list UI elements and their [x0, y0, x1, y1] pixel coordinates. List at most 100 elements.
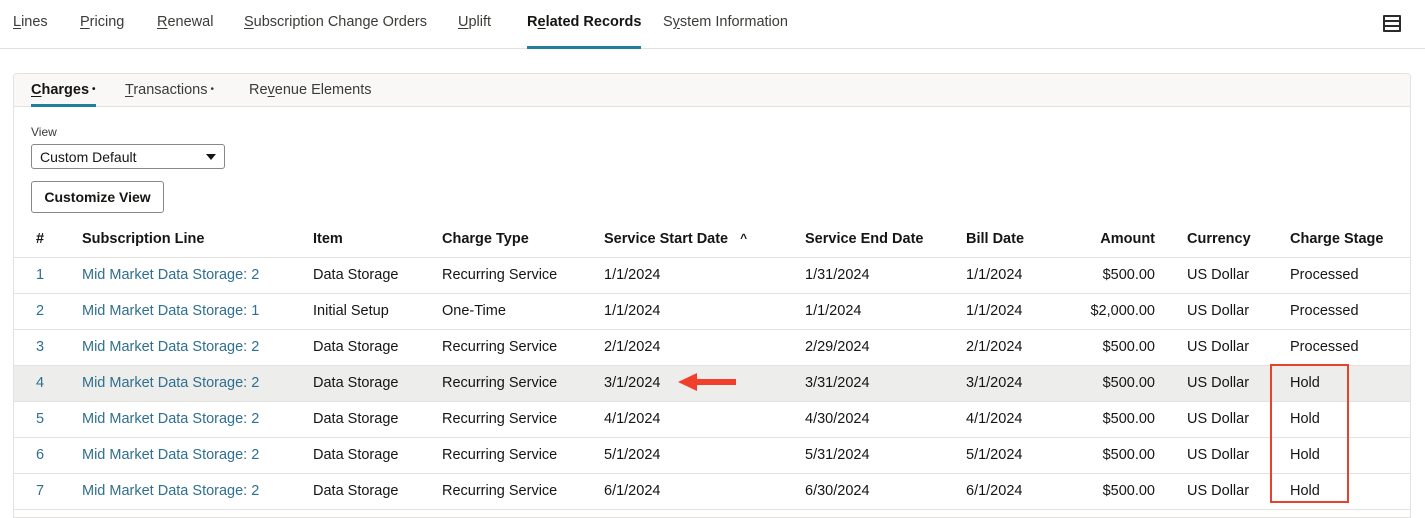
row-number-link[interactable]: 7 [14, 473, 82, 510]
subtab-access-key: v [267, 82, 275, 98]
column-header-bill-date[interactable]: Bill Date [966, 221, 1066, 258]
subtab-charges[interactable]: Charges • [31, 82, 96, 107]
charge-type-cell: Recurring Service [442, 257, 604, 294]
has-data-dot: • [210, 84, 214, 95]
dropdown-caret-icon [206, 154, 216, 160]
item-cell: Data Storage [313, 257, 442, 294]
charge-type-cell: Recurring Service [442, 401, 604, 438]
charge-stage-cell: Hold [1290, 365, 1410, 402]
table-row[interactable]: 2 Mid Market Data Storage: 1 Initial Set… [14, 293, 1410, 330]
table-row[interactable]: 7 Mid Market Data Storage: 2 Data Storag… [14, 473, 1410, 510]
amount-cell: $500.00 [1066, 473, 1187, 510]
tab-lines[interactable]: Lines [13, 14, 48, 49]
table-row[interactable]: 3 Mid Market Data Storage: 2 Data Storag… [14, 329, 1410, 366]
customize-view-button[interactable]: Customize View [31, 181, 164, 213]
currency-cell: US Dollar [1187, 437, 1290, 474]
table-row[interactable]: 5 Mid Market Data Storage: 2 Data Storag… [14, 401, 1410, 438]
charge-stage-cell: Processed [1290, 257, 1410, 294]
row-number-link[interactable]: 5 [14, 401, 82, 438]
view-label: View [31, 125, 57, 139]
charge-stage-cell: Hold [1290, 401, 1410, 438]
row-number-link[interactable]: 3 [14, 329, 82, 366]
top-tab-bar: Lines Pricing Renewal Subscription Chang… [0, 0, 1425, 49]
table-row-highlighted[interactable]: 4 Mid Market Data Storage: 2 Data Storag… [14, 365, 1410, 402]
subscription-line-link[interactable]: Mid Market Data Storage: 1 [82, 293, 313, 330]
service-end-date-cell: 4/30/2024 [805, 401, 966, 438]
service-start-date-cell: 4/1/2024 [604, 401, 805, 438]
item-cell: Data Storage [313, 365, 442, 402]
bill-date-cell: 5/1/2024 [966, 437, 1066, 474]
subscription-line-link[interactable]: Mid Market Data Storage: 2 [82, 437, 313, 474]
list-view-icon[interactable] [1383, 15, 1401, 32]
row-number-link[interactable]: 4 [14, 365, 82, 402]
tab-label: ubscription Change Orders [253, 14, 427, 30]
row-number-link[interactable]: 2 [14, 293, 82, 330]
tab-label: S [663, 14, 673, 30]
view-selected-value: Custom Default [40, 149, 137, 165]
service-end-date-cell: 6/30/2024 [805, 473, 966, 510]
service-end-date-cell: 1/1/2024 [805, 293, 966, 330]
row-number-link[interactable]: 1 [14, 257, 82, 294]
subtab-bar: Charges • Transactions • Revenue Elements [14, 74, 1410, 107]
tab-system-information[interactable]: System Information [663, 14, 788, 49]
column-header-number[interactable]: # [14, 221, 82, 258]
column-header-service-end-date[interactable]: Service End Date [805, 221, 966, 258]
item-cell: Initial Setup [313, 293, 442, 330]
item-cell: Data Storage [313, 437, 442, 474]
table-row[interactable]: 6 Mid Market Data Storage: 2 Data Storag… [14, 437, 1410, 474]
tab-access-key: P [80, 14, 90, 30]
subscription-line-link[interactable]: Mid Market Data Storage: 2 [82, 473, 313, 510]
tab-access-key: S [244, 14, 254, 30]
subscription-line-link[interactable]: Mid Market Data Storage: 2 [82, 401, 313, 438]
subscription-line-link[interactable]: Mid Market Data Storage: 2 [82, 365, 313, 402]
amount-cell: $500.00 [1066, 329, 1187, 366]
column-header-currency[interactable]: Currency [1187, 221, 1290, 258]
tab-label: enewal [167, 14, 214, 30]
service-end-date-cell: 2/29/2024 [805, 329, 966, 366]
subscription-line-link[interactable]: Mid Market Data Storage: 2 [82, 257, 313, 294]
sort-ascending-icon[interactable]: ^ [740, 231, 747, 245]
related-records-panel: Charges • Transactions • Revenue Elements … [13, 73, 1411, 518]
subtab-transactions[interactable]: Transactions • [125, 82, 214, 107]
currency-cell: US Dollar [1187, 401, 1290, 438]
service-start-date-cell: 1/1/2024 [604, 257, 805, 294]
charge-stage-cell: Processed [1290, 329, 1410, 366]
has-data-dot: • [92, 84, 96, 95]
currency-cell: US Dollar [1187, 293, 1290, 330]
tab-subscription-change-orders[interactable]: Subscription Change Orders [244, 14, 427, 49]
table-row[interactable]: 1 Mid Market Data Storage: 2 Data Storag… [14, 257, 1410, 294]
row-number-link[interactable]: 6 [14, 437, 82, 474]
charge-stage-cell: Hold [1290, 437, 1410, 474]
service-start-date-cell: 1/1/2024 [604, 293, 805, 330]
charge-type-cell: Recurring Service [442, 365, 604, 402]
subscription-line-link[interactable]: Mid Market Data Storage: 2 [82, 329, 313, 366]
bill-date-cell: 1/1/2024 [966, 257, 1066, 294]
column-header-subscription-line[interactable]: Subscription Line [82, 221, 313, 258]
column-header-charge-type[interactable]: Charge Type [442, 221, 604, 258]
column-header-charge-stage[interactable]: Charge Stage [1290, 221, 1410, 258]
tab-label: stem Information [679, 14, 788, 30]
bill-date-cell: 1/1/2024 [966, 293, 1066, 330]
column-header-amount[interactable]: Amount [1066, 221, 1187, 258]
subtab-label: enue Elements [274, 82, 372, 98]
column-header-item[interactable]: Item [313, 221, 442, 258]
service-start-date-cell: 6/1/2024 [604, 473, 805, 510]
amount-cell: $2,000.00 [1066, 293, 1187, 330]
currency-cell: US Dollar [1187, 473, 1290, 510]
bill-date-cell: 6/1/2024 [966, 473, 1066, 510]
bill-date-cell: 3/1/2024 [966, 365, 1066, 402]
charge-stage-cell: Processed [1290, 293, 1410, 330]
charges-table: # Subscription Line Item Charge Type Ser… [14, 221, 1410, 510]
tab-renewal[interactable]: Renewal [157, 14, 213, 49]
item-cell: Data Storage [313, 329, 442, 366]
column-header-service-start-date[interactable]: Service Start Date ^ [604, 221, 805, 258]
tab-uplift[interactable]: Uplift [458, 14, 491, 49]
tab-label: ines [21, 14, 48, 30]
service-start-date-cell: 5/1/2024 [604, 437, 805, 474]
subtab-revenue-elements[interactable]: Revenue Elements [249, 82, 372, 107]
service-start-date-cell: 2/1/2024 [604, 329, 805, 366]
tab-pricing[interactable]: Pricing [80, 14, 124, 49]
tab-access-key: U [458, 14, 469, 30]
tab-related-records[interactable]: Related Records [527, 14, 642, 49]
view-select[interactable]: Custom Default [31, 144, 225, 169]
